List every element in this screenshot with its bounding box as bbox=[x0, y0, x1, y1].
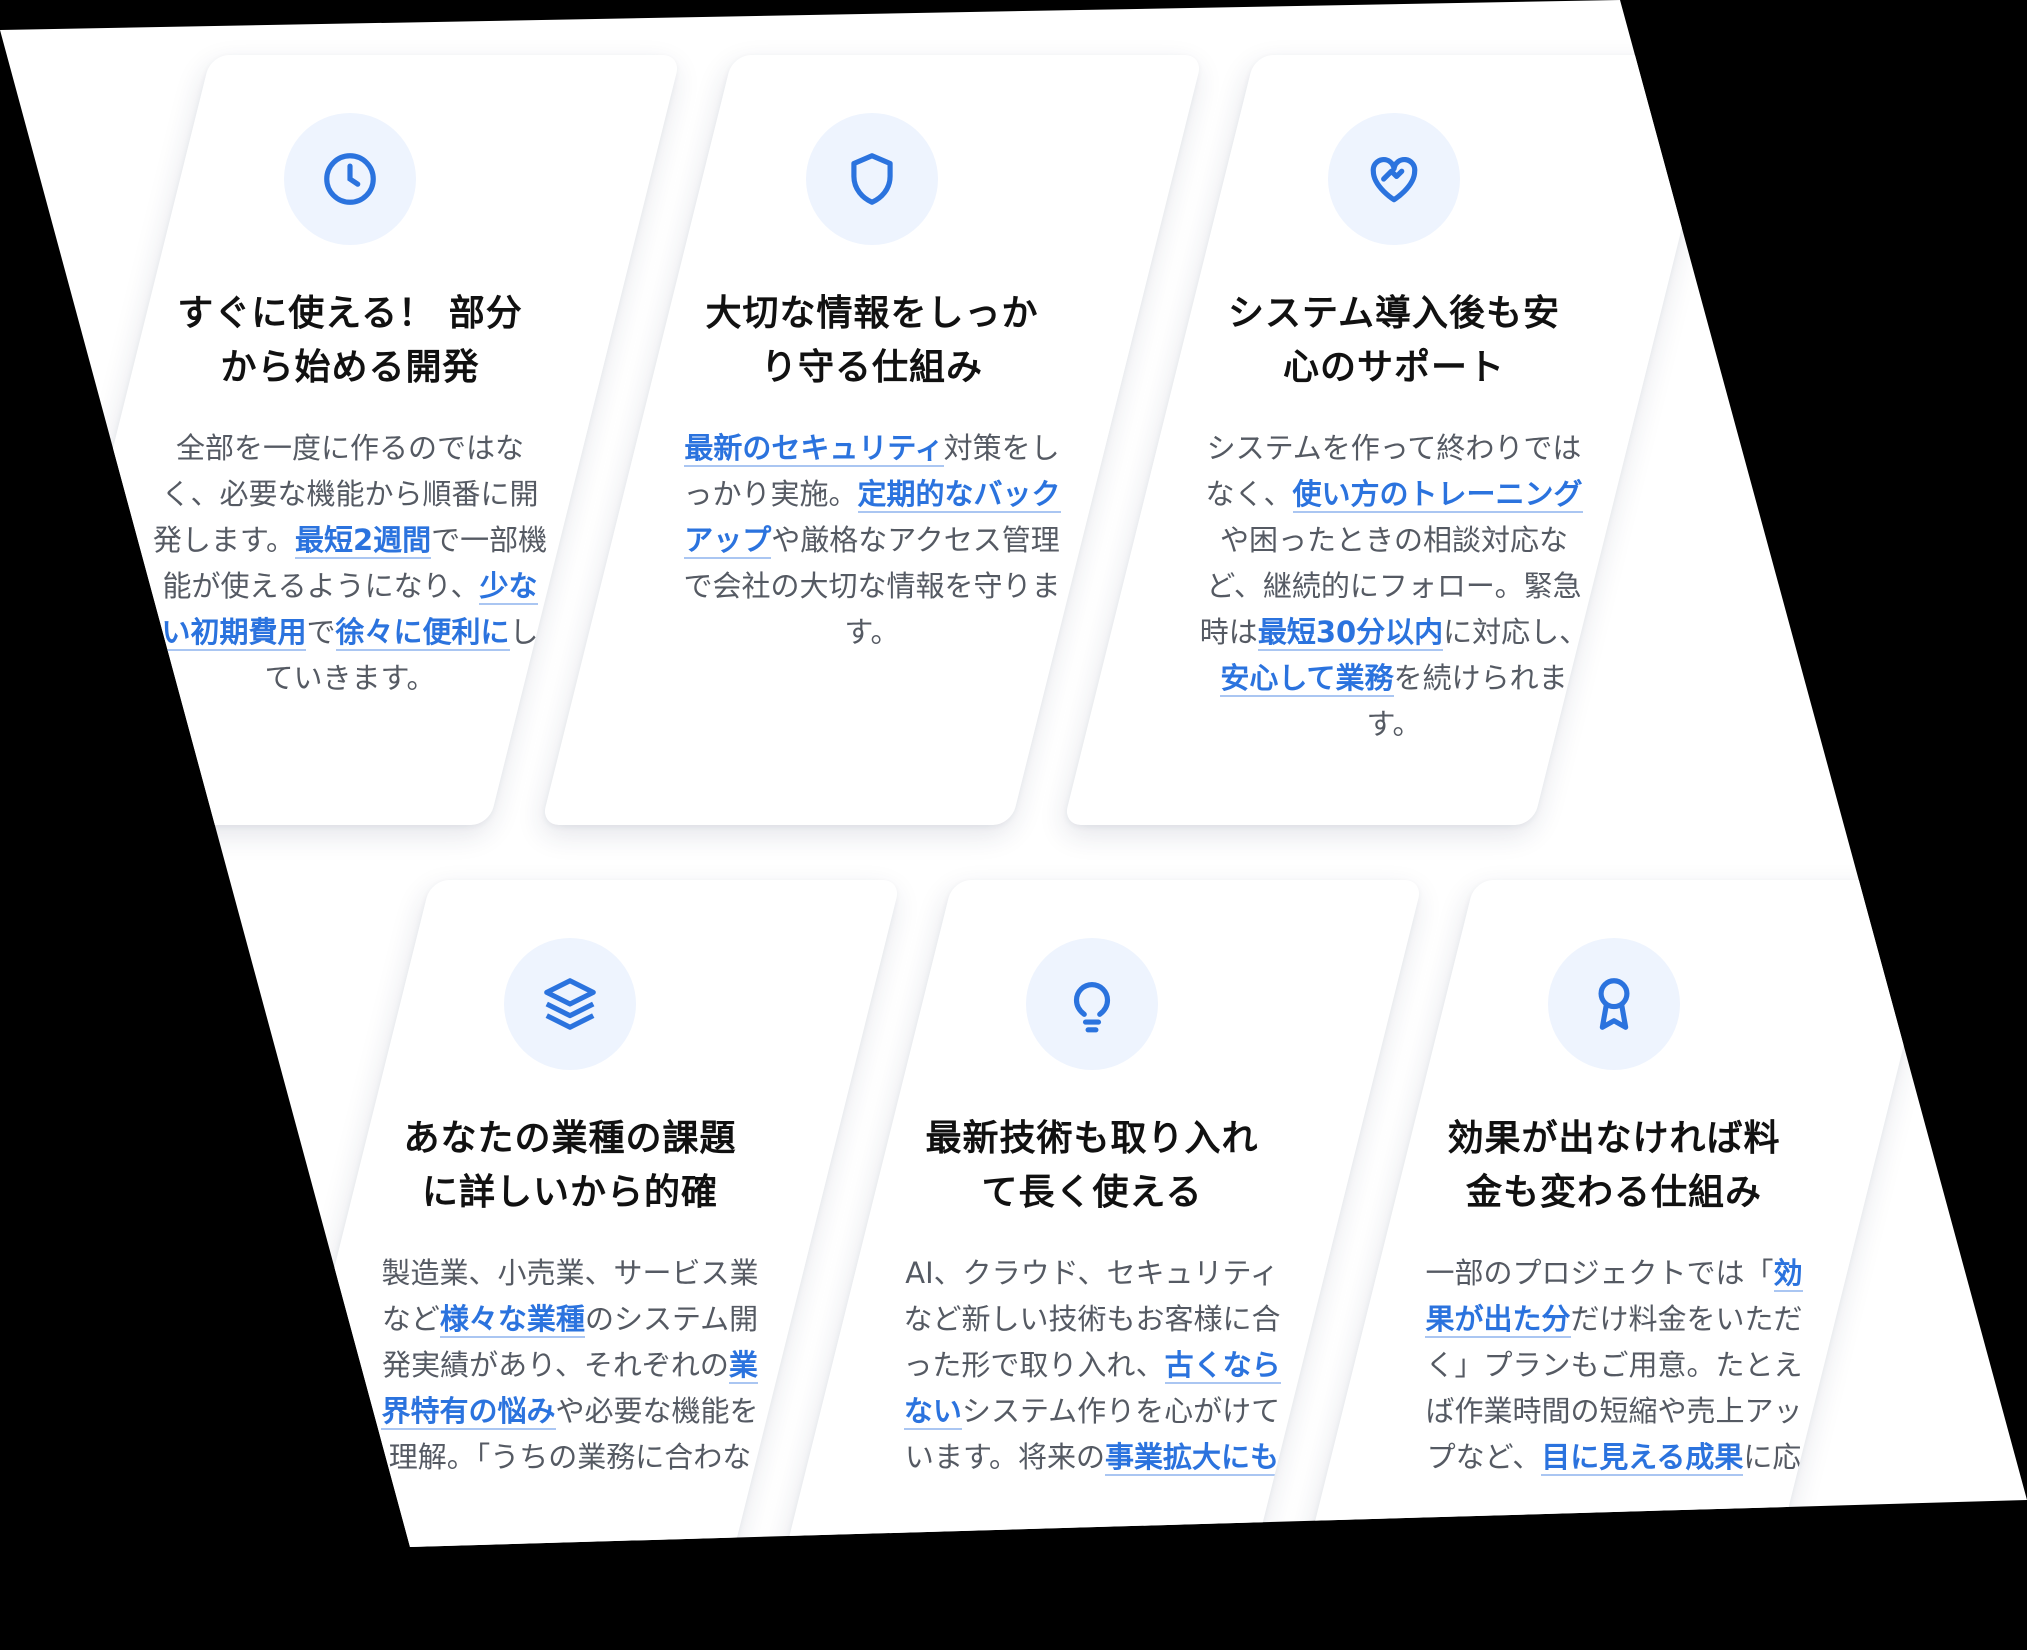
card-description: 製造業、小売業、サービス業など様々な業種のシステム開発実績があり、それぞれの業界… bbox=[381, 1256, 759, 1474]
highlight: 徐々に便利に bbox=[335, 615, 510, 651]
features-section: すぐに使える！ 部分 から始める開発 全部を一度に作るのではなく、必要な機能から… bbox=[0, 0, 2027, 1547]
card-title: すぐに使える！ 部分 から始める開発 bbox=[177, 293, 523, 388]
handshake-heart-icon-badge bbox=[1328, 113, 1460, 245]
clock-icon bbox=[324, 153, 376, 205]
card-description: AI、クラウド、セキュリティなど新しい技術もお客様に合った形で取り入れ、古くなら… bbox=[903, 1256, 1281, 1476]
card-description: 最新のセキュリティ対策をしっかり実施。定期的なバックアップや厳格なアクセス管理で… bbox=[683, 431, 1061, 649]
card-description: 全部を一度に作るのではなく、必要な機能から順番に開発します。最短2週間で一部機能… bbox=[152, 431, 548, 695]
handshake-heart-icon bbox=[1370, 156, 1418, 203]
highlight: 使い方のトレーニング bbox=[1292, 477, 1583, 513]
card-title: 大切な情報をしっか り守る仕組み bbox=[705, 293, 1039, 388]
layers-icon bbox=[544, 978, 596, 1030]
highlight: 様々な業種 bbox=[439, 1302, 585, 1338]
highlight: 目に見える成果 bbox=[1541, 1440, 1744, 1476]
card-title: システム導入後も安 心のサポート bbox=[1228, 293, 1560, 388]
highlight: 最短30分以内 bbox=[1257, 615, 1444, 651]
highlight: 事業拡大にも bbox=[1105, 1440, 1280, 1476]
award-icon-badge bbox=[1548, 938, 1680, 1070]
shield-icon bbox=[851, 153, 893, 205]
card-description: システムを作って終わりではなく、使い方のトレーニングや困ったときの相談対応など、… bbox=[1199, 431, 1589, 741]
highlight: 最新のセキュリティ bbox=[684, 431, 944, 467]
layers-icon-badge bbox=[504, 938, 636, 1070]
award-icon bbox=[1598, 978, 1630, 1030]
highlight: 安心して業務 bbox=[1220, 661, 1394, 697]
card-description: 一部のプロジェクトでは「効果が出た分だけ料金をいただく」プランもご用意。たとえば… bbox=[1425, 1256, 1803, 1476]
card-title: 効果が出なければ料 金も変わる仕組み bbox=[1447, 1118, 1781, 1213]
lightbulb-icon bbox=[1073, 982, 1111, 1033]
lightbulb-icon-badge bbox=[1026, 938, 1158, 1070]
highlight: 最短2週間 bbox=[294, 523, 432, 559]
shield-icon-badge bbox=[806, 113, 938, 245]
card-title: あなたの業種の課題 に詳しいから的確 bbox=[403, 1118, 737, 1213]
card-title: 最新技術も取り入れ て長く使える bbox=[925, 1118, 1259, 1213]
clock-icon-badge bbox=[284, 113, 416, 245]
